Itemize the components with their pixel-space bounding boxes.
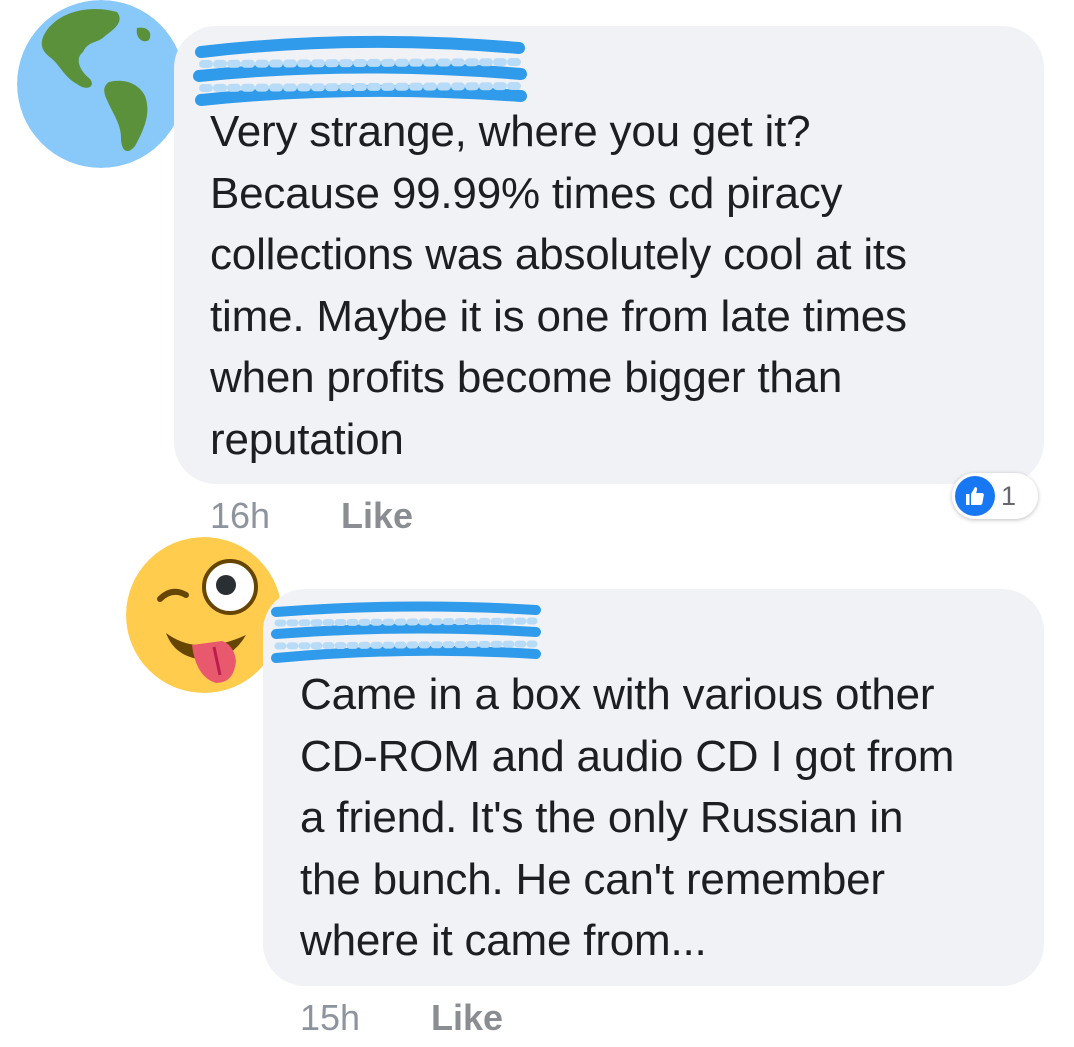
reaction-count: 1 [1001,480,1017,511]
comment-text: Very strange, where you get it? Because … [210,107,907,464]
thumbs-up-icon [955,476,995,516]
redacted-name-scribble [193,30,527,108]
comment-timestamp[interactable]: 16h [210,496,270,536]
like-button[interactable]: Like [341,496,413,536]
globe-icon [17,0,185,168]
comment-text: Came in a box with various other CD-ROM … [300,670,955,965]
reaction-summary[interactable]: 1 [952,473,1038,519]
redacted-name-scribble [270,598,542,668]
like-button[interactable]: Like [431,998,503,1038]
commenter-avatar[interactable] [17,0,185,168]
commenter-avatar[interactable] [126,537,282,693]
comment-timestamp[interactable]: 15h [300,998,360,1038]
winking-tongue-emoji-icon [126,537,282,693]
